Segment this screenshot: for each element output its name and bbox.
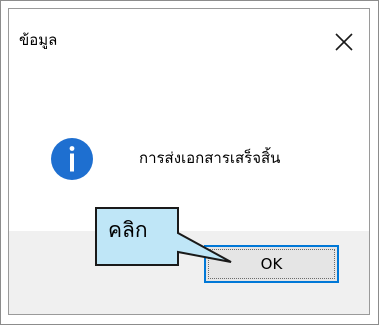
dialog-message: การส่งเอกสารเสร็จสิ้น (139, 149, 281, 167)
ok-button-label: OK (208, 249, 335, 279)
close-button[interactable] (329, 27, 359, 57)
info-icon (50, 137, 94, 181)
close-icon (335, 33, 353, 51)
message-dialog: ข้อมูล การส่งเอกสารเสร็จสิ้น OK (8, 8, 370, 315)
dialog-body: การส่งเอกสารเสร็จสิ้น (9, 87, 369, 231)
ok-button[interactable]: OK (204, 245, 339, 283)
dialog-titlebar: ข้อมูล (9, 9, 369, 87)
dialog-title: ข้อมูล (19, 31, 58, 49)
